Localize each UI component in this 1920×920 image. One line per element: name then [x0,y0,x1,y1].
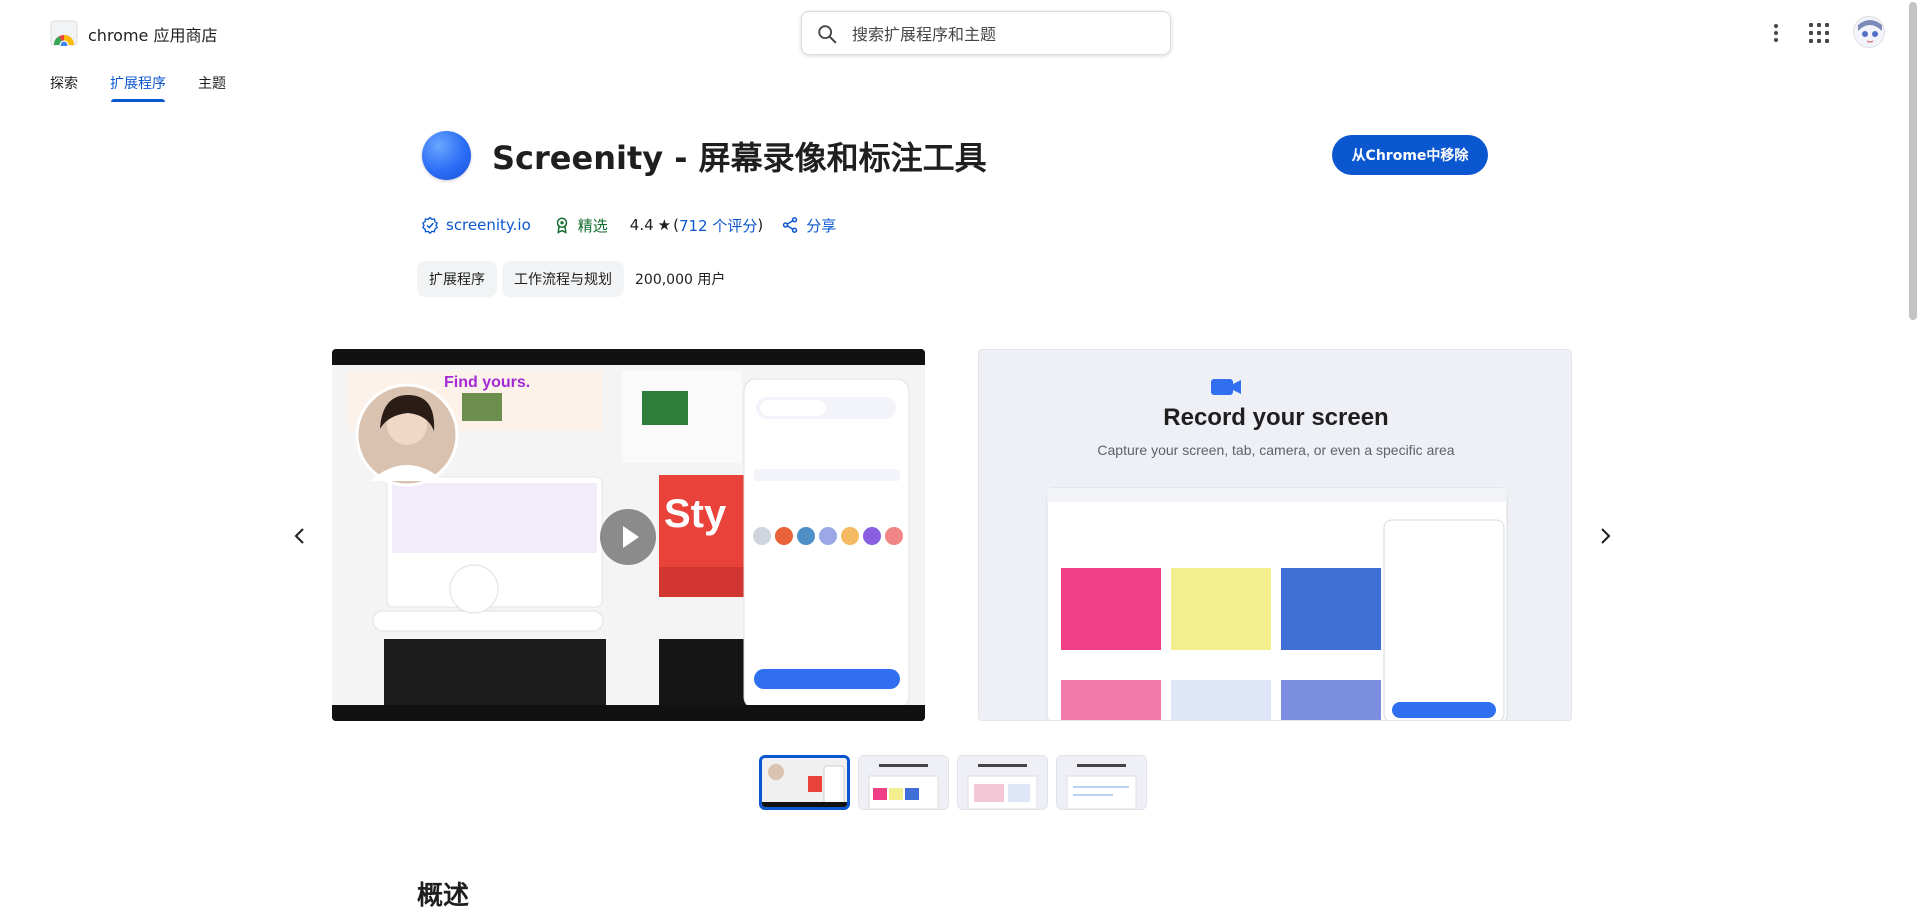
featured-badge-icon [556,217,568,234]
more-options-icon[interactable] [1764,18,1788,48]
extension-meta: screenity.io 精选 4.4 ★ (712 个评分) 分享 [421,213,836,237]
search-input[interactable] [852,20,1152,48]
category-chip[interactable]: 工作流程与规划 [502,261,624,297]
slide-title: Record your screen [1163,404,1389,431]
carousel-prev-icon[interactable] [288,524,312,548]
thumbnail[interactable] [957,755,1048,810]
extension-icon [422,131,471,180]
active-tab-indicator [111,99,165,102]
thumbnail[interactable] [1056,755,1147,810]
tab-themes[interactable]: 主题 [198,73,226,93]
featured-label: 精选 [577,216,608,235]
top-header: chrome 应用商店 [0,0,1920,64]
thumbnail[interactable] [858,755,949,810]
chrome-web-store-logo[interactable] [50,20,78,50]
carousel-next-icon[interactable] [1593,524,1617,548]
thumbnail[interactable] [759,755,850,810]
svg-text:Find yours.: Find yours. [444,374,530,391]
carousel-video-slide[interactable]: Find yours. Sty [332,349,925,721]
avatar[interactable] [1853,16,1885,48]
reviews-link[interactable]: 712 个评分 [679,215,757,236]
search-icon [818,25,837,44]
remove-from-chrome-button[interactable]: 从Chrome中移除 [1332,135,1488,175]
verified-badge-icon [422,216,438,234]
star-icon: ★ [657,216,672,234]
category-chip[interactable]: 扩展程序 [417,261,497,297]
carousel-screenshot-slide[interactable]: Record your screen Capture your screen, … [978,349,1572,721]
scrollbar-thumb[interactable] [1909,2,1917,320]
slide-subtitle: Capture your screen, tab, camera, or eve… [1097,442,1455,458]
store-brand[interactable]: chrome 应用商店 [88,22,217,46]
category-chips: 扩展程序 工作流程与规划 200,000 用户 [417,261,725,297]
user-count: 200,000 用户 [635,272,726,288]
google-apps-icon[interactable] [1808,22,1830,44]
tab-explore[interactable]: 探索 [50,73,78,93]
carousel-thumbnails [759,755,1147,810]
category-nav: 探索 扩展程序 主题 [0,64,1920,102]
share-link[interactable]: 分享 [806,215,836,236]
share-icon[interactable] [781,216,799,234]
play-video-icon[interactable] [600,509,656,565]
overview-heading: 概述 [417,881,470,911]
rating-value: 4.4 [629,216,654,234]
search-box[interactable] [801,11,1171,55]
developer-link[interactable]: screenity.io [446,216,531,234]
svg-text:Sty: Sty [664,492,727,536]
tab-extensions[interactable]: 扩展程序 [110,73,166,93]
extension-title: Screenity - 屏幕录像和标注工具 [492,139,987,177]
